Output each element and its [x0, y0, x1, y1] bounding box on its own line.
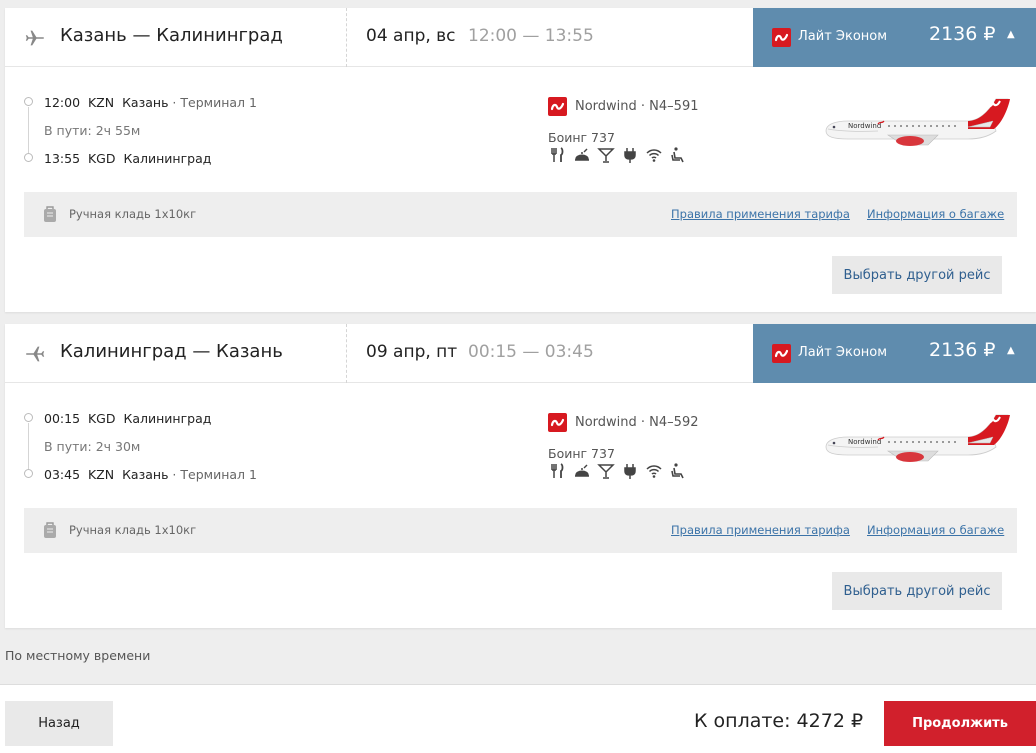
aircraft-image — [818, 91, 1014, 161]
fare-name: Лайт Эконом — [798, 29, 888, 44]
baggage-info-link[interactable]: Информация о багаже — [867, 207, 1004, 221]
divider — [346, 8, 347, 67]
segment-line — [28, 107, 29, 153]
hot-meal-icon — [573, 462, 591, 480]
arrival-info: 03:45 KZN Казань · Терминал 1 — [44, 467, 257, 482]
departure-info: 12:00 KZN Казань · Терминал 1 — [44, 95, 257, 110]
departure-terminal: · Терминал 1 — [168, 95, 257, 110]
tariff-rules-link[interactable]: Правила применения тарифа — [671, 523, 850, 537]
flight-header[interactable]: Казань — Калининград 04 апр, вс 12:00 — … — [5, 8, 1036, 67]
baggage-bar: Ручная кладь 1х10кг Правила применения т… — [24, 192, 1017, 237]
departure-time: 12:00 — [44, 95, 81, 110]
aircraft-type: Боинг 737 — [548, 446, 615, 461]
drinks-icon — [597, 462, 615, 480]
choose-other-flight-button[interactable]: Выбрать другой рейс — [832, 572, 1002, 610]
flight-date: 09 апр, пт — [366, 342, 458, 362]
nordwind-logo-icon — [772, 344, 791, 363]
choose-other-flight-button[interactable]: Выбрать другой рейс — [832, 256, 1002, 294]
nordwind-logo-icon — [772, 28, 791, 47]
wifi-icon — [645, 462, 663, 480]
arrival-terminal: · Терминал 1 — [168, 467, 257, 482]
arrival-city: Казань — [122, 467, 169, 482]
total-price: К оплате: 4272 ₽ — [694, 710, 864, 732]
arrival-time: 03:45 — [44, 467, 81, 482]
departure-code: KGD — [87, 411, 116, 426]
arrival-code: KZN — [87, 467, 115, 482]
hot-meal-icon — [573, 146, 591, 164]
chevron-up-icon[interactable]: ▲ — [1007, 29, 1015, 40]
power-outlet-icon — [621, 462, 639, 480]
fare-name: Лайт Эконом — [798, 345, 888, 360]
departure-code: KZN — [87, 95, 115, 110]
aircraft-image — [818, 407, 1014, 477]
seat-icon — [669, 462, 687, 480]
amenities — [549, 462, 687, 480]
route-title: Калининград — Казань — [60, 341, 283, 362]
arrival-info: 13:55 KGD Калининград — [44, 151, 211, 166]
flight-duration: В пути: 2ч 30м — [44, 439, 141, 454]
fare-summary[interactable]: Лайт Эконом 2136 ₽ ▲ — [753, 8, 1036, 67]
baggage-allowance: Ручная кладь 1х10кг — [69, 523, 197, 537]
airline-flight-number: Nordwind · N4–592 — [575, 415, 699, 430]
baggage-icon — [43, 521, 57, 539]
nordwind-logo-icon — [548, 97, 567, 116]
flight-times: 00:15 — 03:45 — [468, 342, 594, 362]
nordwind-logo-icon — [548, 413, 567, 432]
flight-header[interactable]: Калининград — Казань 09 апр, пт 00:15 — … — [5, 324, 1036, 383]
baggage-bar: Ручная кладь 1х10кг Правила применения т… — [24, 508, 1017, 553]
plane-icon — [24, 343, 46, 365]
flight-card-return: Калининград — Казань 09 апр, пт 00:15 — … — [5, 324, 1036, 628]
departure-time: 00:15 — [44, 411, 81, 426]
continue-button[interactable]: Продолжить — [884, 701, 1036, 746]
arrival-time: 13:55 — [44, 151, 81, 166]
flight-date: 04 апр, вс — [366, 26, 456, 46]
local-time-note: По местному времени — [5, 648, 151, 663]
departure-dot — [24, 413, 33, 422]
power-outlet-icon — [621, 146, 639, 164]
fare-price: 2136 ₽ — [929, 339, 996, 361]
aircraft-type: Боинг 737 — [548, 130, 615, 145]
departure-city: Казань — [122, 95, 169, 110]
back-button[interactable]: Назад — [5, 701, 113, 746]
arrival-city: Калининград — [123, 151, 212, 166]
meal-icon — [549, 146, 567, 164]
seat-icon — [669, 146, 687, 164]
fare-price: 2136 ₽ — [929, 23, 996, 45]
divider — [346, 324, 347, 383]
baggage-icon — [43, 205, 57, 223]
chevron-up-icon[interactable]: ▲ — [1007, 345, 1015, 356]
drinks-icon — [597, 146, 615, 164]
departure-city: Калининград — [123, 411, 212, 426]
wifi-icon — [645, 146, 663, 164]
departure-info: 00:15 KGD Калининград — [44, 411, 211, 426]
footer-bar: Назад К оплате: 4272 ₽ Продолжить — [0, 684, 1036, 753]
flight-times: 12:00 — 13:55 — [468, 26, 594, 46]
route-title: Казань — Калининград — [60, 25, 283, 46]
baggage-allowance: Ручная кладь 1х10кг — [69, 207, 197, 221]
arrival-code: KGD — [87, 151, 116, 166]
fare-summary[interactable]: Лайт Эконом 2136 ₽ ▲ — [753, 324, 1036, 383]
amenities — [549, 146, 687, 164]
departure-dot — [24, 97, 33, 106]
arrival-dot — [24, 153, 33, 162]
meal-icon — [549, 462, 567, 480]
flight-card-outbound: Казань — Калининград 04 апр, вс 12:00 — … — [5, 8, 1036, 312]
flight-duration: В пути: 2ч 55м — [44, 123, 141, 138]
baggage-info-link[interactable]: Информация о багаже — [867, 523, 1004, 537]
arrival-dot — [24, 469, 33, 478]
airline-flight-number: Nordwind · N4–591 — [575, 99, 699, 114]
segment-line — [28, 423, 29, 469]
tariff-rules-link[interactable]: Правила применения тарифа — [671, 207, 850, 221]
plane-icon — [24, 27, 46, 49]
